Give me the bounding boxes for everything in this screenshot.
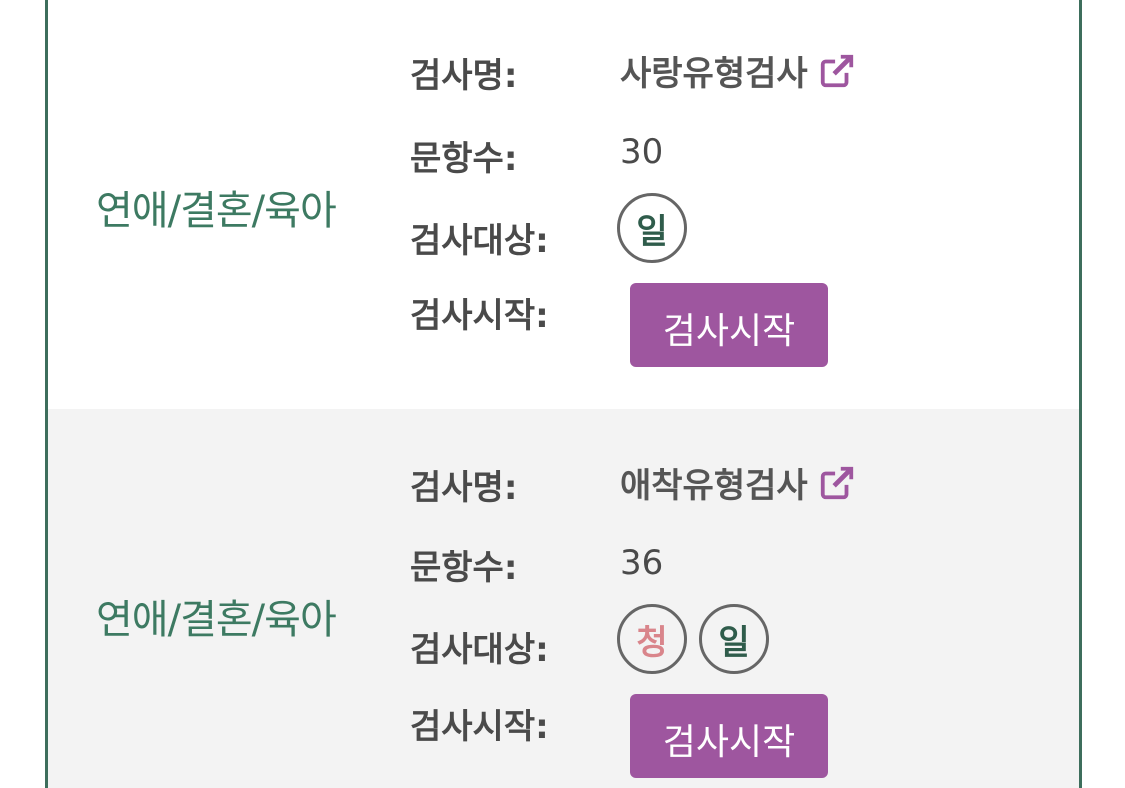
start-test-button[interactable]: 검사시작: [630, 283, 828, 367]
item-count-value: 36: [620, 543, 664, 583]
test-name-value[interactable]: 애착유형검사: [620, 458, 856, 507]
start-label: 검사시작:: [410, 296, 549, 336]
category-label: 연애/결혼/육아: [96, 597, 337, 643]
target-badges: 청 일: [617, 604, 769, 674]
target-label: 검사대상:: [410, 630, 549, 670]
target-badges: 일: [617, 193, 687, 263]
test-name-link[interactable]: 사랑유형검사: [620, 46, 808, 95]
target-label: 검사대상:: [410, 221, 549, 261]
test-row: 연애/결혼/육아 검사명: 사랑유형검사 문항수: 30 검사대상: 일 검사시…: [48, 0, 1079, 409]
test-list-container: 연애/결혼/육아 검사명: 사랑유형검사 문항수: 30 검사대상: 일 검사시…: [45, 0, 1082, 788]
test-name-value[interactable]: 사랑유형검사: [620, 46, 856, 95]
test-row: 연애/결혼/육아 검사명: 애착유형검사 문항수: 36 검사대상: 청 일 검…: [48, 409, 1079, 788]
general-badge: 일: [699, 604, 769, 674]
test-name-label: 검사명:: [410, 468, 518, 508]
item-count-label: 문항수:: [410, 139, 518, 179]
test-name-link[interactable]: 애착유형검사: [620, 458, 808, 507]
item-count-label: 문항수:: [410, 548, 518, 588]
test-name-label: 검사명:: [410, 56, 518, 96]
start-test-button[interactable]: 검사시작: [630, 694, 828, 778]
start-label: 검사시작:: [410, 707, 549, 747]
category-label: 연애/결혼/육아: [96, 188, 337, 234]
external-link-icon[interactable]: [818, 464, 856, 502]
external-link-icon[interactable]: [818, 52, 856, 90]
item-count-value: 30: [620, 132, 664, 172]
general-badge: 일: [617, 193, 687, 263]
youth-badge: 청: [617, 604, 687, 674]
